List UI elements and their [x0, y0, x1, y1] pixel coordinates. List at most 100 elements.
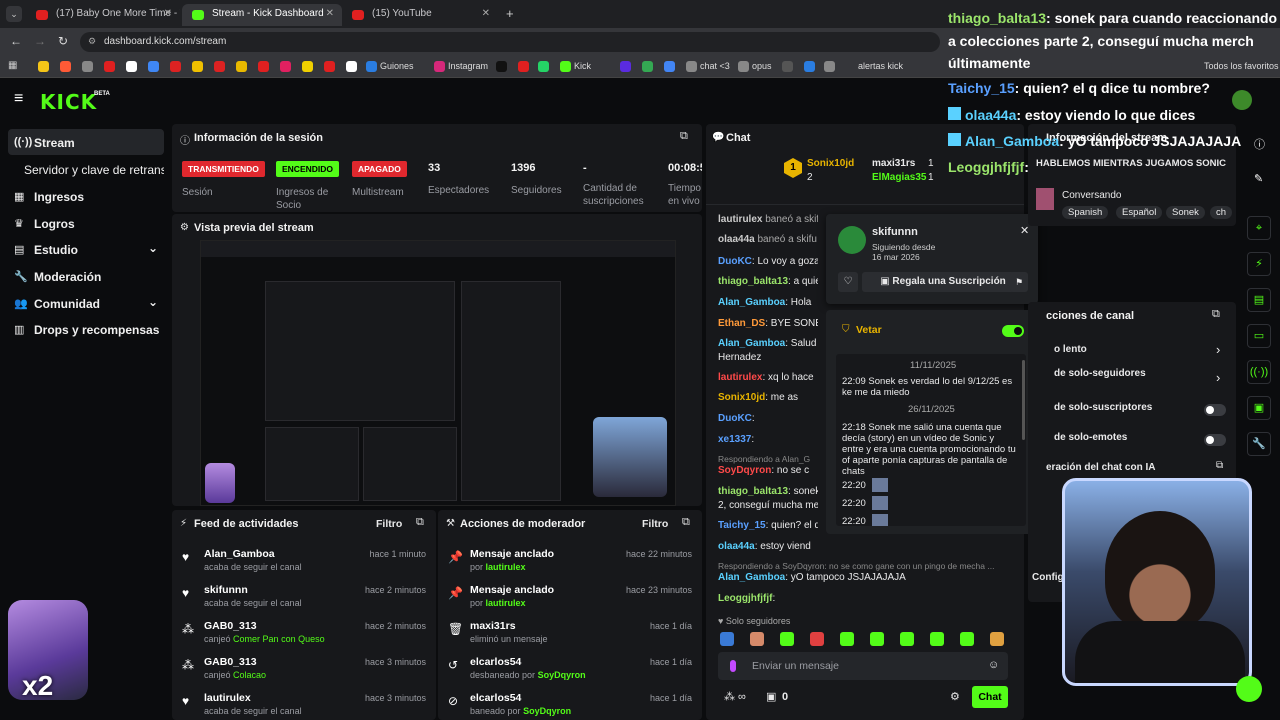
bookmark-icon[interactable] — [280, 61, 291, 72]
chat-icon[interactable]: ▭ — [1247, 324, 1271, 348]
chat-username[interactable]: thiago_balta13 — [718, 276, 788, 287]
focus-icon[interactable]: ⌖ — [1247, 216, 1271, 240]
category-name[interactable]: Conversando — [1062, 190, 1121, 201]
bookmark-icon[interactable] — [324, 61, 335, 72]
forward-icon[interactable]: → — [34, 34, 46, 48]
bookmark-icon[interactable] — [518, 61, 529, 72]
bookmark-icon[interactable] — [214, 61, 225, 72]
more-actions-button[interactable]: ⚑ — [1010, 272, 1028, 292]
bolt-icon[interactable]: ⚡ — [1247, 252, 1271, 276]
mod-user[interactable]: lautirulex — [486, 562, 526, 572]
mod-action[interactable]: elcarlos54 — [470, 692, 521, 704]
bookmark-icon[interactable] — [104, 61, 115, 72]
chat-username[interactable]: lautirulex — [718, 214, 762, 225]
menu-icon[interactable]: ≡ — [14, 90, 23, 108]
bookmark-icon[interactable] — [496, 61, 507, 72]
tag[interactable]: Spanish — [1062, 206, 1109, 219]
sidebar-item-ingresos[interactable]: ▦ Ingresos — [8, 183, 164, 209]
subscribers-only-toggle[interactable] — [1204, 404, 1226, 416]
scrollbar[interactable] — [1022, 360, 1025, 440]
bookmark-icon[interactable] — [302, 61, 313, 72]
gifter-name[interactable]: ElMagias35 — [872, 172, 926, 183]
mod-action[interactable]: elcarlos54 — [470, 656, 521, 668]
chat-username[interactable]: DuoKC — [718, 256, 752, 267]
bookmark-icon[interactable] — [236, 61, 247, 72]
filter-button[interactable]: Filtro — [642, 518, 668, 530]
gift-sub-button[interactable]: ▣ Regala una Suscripción — [862, 272, 1024, 292]
follow-heart-button[interactable]: ♡ — [838, 272, 858, 292]
sidebar-item-drops[interactable]: ▥ Drops y recompensas — [8, 316, 164, 342]
bookmark-alertas-kick[interactable]: alertas kick — [858, 61, 903, 71]
chat-username[interactable]: xe1337 — [718, 434, 751, 445]
browser-tab-1[interactable]: (17) Baby One More Time - Ten ✕ — [26, 4, 180, 26]
info-icon[interactable]: ⓘ — [1254, 136, 1265, 152]
bookmark-guiones[interactable]: Guiones — [380, 61, 414, 71]
activity-user[interactable]: Alan_Gamboa — [204, 548, 275, 560]
all-bookmarks[interactable]: Todos los favoritos — [1204, 61, 1279, 71]
stream-preview-video[interactable] — [200, 240, 676, 506]
chat-username[interactable]: Alan_Gamboa — [718, 572, 785, 583]
chat-username[interactable]: Leoggjhfjfjf — [718, 593, 772, 604]
bookmark-icon[interactable] — [258, 61, 269, 72]
browser-tab-2[interactable]: Stream - Kick Dashboard ✕ — [182, 4, 342, 26]
bookmark-icon[interactable] — [804, 61, 815, 72]
wrench-icon[interactable]: 🔧 — [1247, 432, 1271, 456]
bookmark-icon[interactable] — [782, 61, 793, 72]
store-icon[interactable]: ▣ — [1247, 396, 1271, 420]
send-chat-button[interactable]: Chat — [972, 686, 1008, 708]
chat-username[interactable]: SoyDqyron — [718, 465, 771, 476]
bookmark-icon[interactable] — [126, 61, 137, 72]
chevron-right-icon[interactable]: › — [1216, 342, 1220, 357]
mod-user[interactable]: SoyDqyron — [523, 706, 571, 716]
emote-icon[interactable] — [930, 632, 944, 646]
bookmark-opus[interactable]: opus — [752, 61, 772, 71]
document-icon[interactable]: ▤ — [1247, 288, 1271, 312]
mod-user[interactable]: SoyDqyron — [538, 670, 586, 680]
close-tab-icon[interactable]: ✕ — [326, 8, 334, 19]
emote-icon[interactable] — [780, 632, 794, 646]
points-icon[interactable]: ⁂ ∞ — [724, 690, 746, 703]
gifter-name[interactable]: maxi31rs — [872, 158, 915, 169]
chat-username[interactable]: Ethan_DS — [718, 318, 765, 329]
bookmark-icon[interactable] — [170, 61, 181, 72]
close-tab-icon[interactable]: ✕ — [482, 8, 490, 19]
chat-username[interactable]: Alan_Gamboa — [718, 297, 785, 308]
close-icon[interactable]: ✕ — [1020, 224, 1029, 237]
chat-username[interactable]: Alan_Gamboa — [718, 338, 785, 349]
chat-username[interactable]: DuoKC — [718, 413, 752, 424]
bookmark-icon[interactable] — [38, 61, 49, 72]
bookmark-icon[interactable] — [366, 61, 377, 72]
bookmark-icon[interactable] — [824, 61, 835, 72]
chat-username[interactable]: lautirulex — [718, 372, 762, 383]
chevron-right-icon[interactable]: › — [1216, 370, 1220, 385]
gifter-name[interactable]: Sonix10jd — [807, 158, 854, 169]
emote-icon[interactable] — [870, 632, 884, 646]
popout-icon[interactable]: ⧉ — [416, 516, 424, 529]
emote-icon[interactable] — [840, 632, 854, 646]
tag[interactable]: Español — [1116, 206, 1163, 219]
back-icon[interactable]: ← — [10, 34, 22, 48]
mod-user[interactable]: lautirulex — [486, 598, 526, 608]
broadcast-icon[interactable]: ((·)) — [1247, 360, 1271, 384]
bookmark-icon[interactable] — [620, 61, 631, 72]
popout-icon[interactable]: ⧉ — [682, 516, 690, 529]
emote-icon[interactable] — [720, 632, 734, 646]
tag[interactable]: Sonek — [1166, 206, 1205, 219]
chat-username[interactable]: Sonix10jd — [718, 392, 765, 403]
bookmark-icon[interactable] — [664, 61, 675, 72]
emote-icon[interactable] — [810, 632, 824, 646]
bookmark-icon[interactable] — [60, 61, 71, 72]
bookmark-icon[interactable] — [148, 61, 159, 72]
url-input[interactable]: ⚙ dashboard.kick.com/stream — [80, 32, 940, 52]
emote-icon[interactable] — [750, 632, 764, 646]
bookmark-icon[interactable] — [192, 61, 203, 72]
external-link-icon[interactable]: ⧉ — [1216, 460, 1223, 471]
sidebar-item-estudio[interactable]: ▤ Estudio ⌄ — [8, 236, 164, 262]
activity-user[interactable]: lautirulex — [204, 692, 251, 704]
emote-icon[interactable] — [990, 632, 1004, 646]
activity-user[interactable]: GAB0_313 — [204, 620, 257, 632]
chat-username[interactable]: olaa44a — [718, 541, 755, 552]
avatar[interactable] — [1232, 90, 1252, 110]
sidebar-item-logros[interactable]: ♛ Logros — [8, 210, 164, 236]
vetar-toggle[interactable] — [1002, 325, 1024, 337]
